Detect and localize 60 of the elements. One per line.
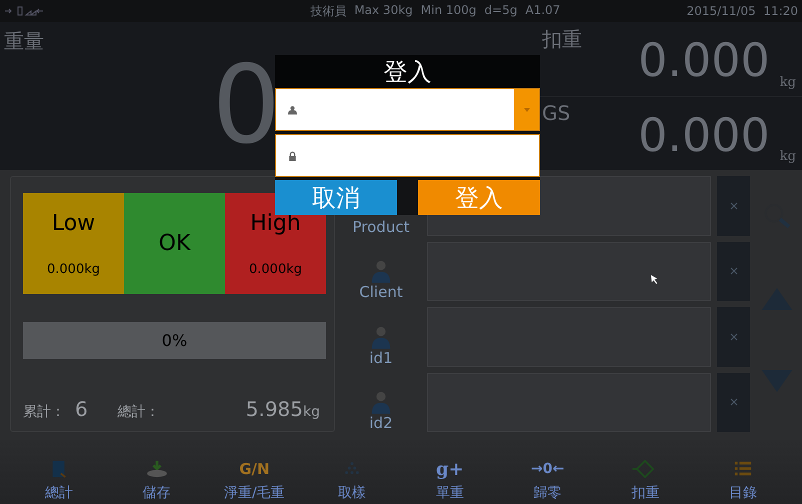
limit-value: 0.000kg [47, 262, 100, 276]
download-icon [146, 460, 168, 478]
total-label: 總計： [118, 403, 160, 421]
user-icon [288, 104, 297, 114]
input-field[interactable] [427, 242, 711, 301]
toolbar-button[interactable]: g+ 單重 [401, 440, 499, 504]
reading-unit: kg [780, 149, 796, 164]
clear-button[interactable] [717, 372, 750, 432]
toolbar-button[interactable]: 取樣 [303, 440, 401, 504]
login-button[interactable]: 登入 [418, 180, 540, 215]
password-field[interactable] [275, 134, 540, 177]
dropdown-toggle[interactable] [514, 89, 539, 130]
clear-button[interactable] [717, 307, 750, 366]
toolbar-button[interactable]: G/N 淨重/毛重 [206, 440, 304, 504]
weight-label: 重量 [4, 28, 44, 55]
toolbar-button[interactable]: →0← 歸零 [498, 440, 596, 504]
scale-info: Min 100g [420, 2, 476, 18]
username-field[interactable] [275, 88, 540, 131]
reading-value: 0.000 [638, 106, 770, 162]
zero-indicator-icon [4, 6, 44, 16]
mouse-cursor-icon [650, 274, 659, 285]
progress-reading: 0% [162, 331, 188, 350]
toolbar-button[interactable]: 儲存 [108, 440, 206, 504]
close-icon [730, 332, 738, 341]
toolbar-button[interactable]: 總計 [10, 440, 108, 504]
field-label: id1 [369, 348, 393, 366]
count-value: 6 [75, 397, 88, 421]
person-icon [370, 390, 392, 414]
field-label: Product [352, 218, 410, 236]
reading-unit: kg [780, 74, 796, 90]
scale-info: A1.07 [525, 2, 560, 18]
limit-label: OK [158, 231, 190, 256]
dialog-title: 登入 [275, 55, 540, 88]
clear-button[interactable] [717, 242, 750, 301]
total-value: 5.985kg [246, 397, 320, 421]
person-icon [370, 324, 392, 348]
clear-button[interactable] [717, 176, 750, 236]
limit-label: Low [52, 210, 96, 236]
reading-label: GS [542, 100, 570, 124]
toolbar-button[interactable]: 目錄 [694, 440, 792, 504]
scale-info: 技術員 [310, 2, 346, 20]
scale-info: d=5g [484, 2, 518, 18]
close-icon [730, 398, 738, 406]
scale-info: Max 30kg [354, 2, 413, 18]
list-icon [734, 460, 752, 478]
caret-icon [524, 108, 530, 112]
book-icon [50, 460, 68, 478]
reading-value: 0.000 [638, 32, 770, 88]
field-label: id2 [369, 414, 393, 432]
date-time: 2015/11/05 11:20 [686, 4, 798, 18]
count-label: 累計： [23, 403, 65, 421]
field-label: Client [359, 283, 403, 301]
cancel-button[interactable]: 取消 [275, 180, 397, 215]
toolbar-button[interactable]: 扣重 [596, 440, 694, 504]
close-icon [730, 267, 738, 276]
lock-icon [288, 150, 297, 160]
person-icon [370, 259, 392, 283]
limit-value: 0.000kg [249, 262, 302, 276]
reading-label: 扣重 [542, 26, 582, 53]
close-icon [730, 202, 738, 210]
